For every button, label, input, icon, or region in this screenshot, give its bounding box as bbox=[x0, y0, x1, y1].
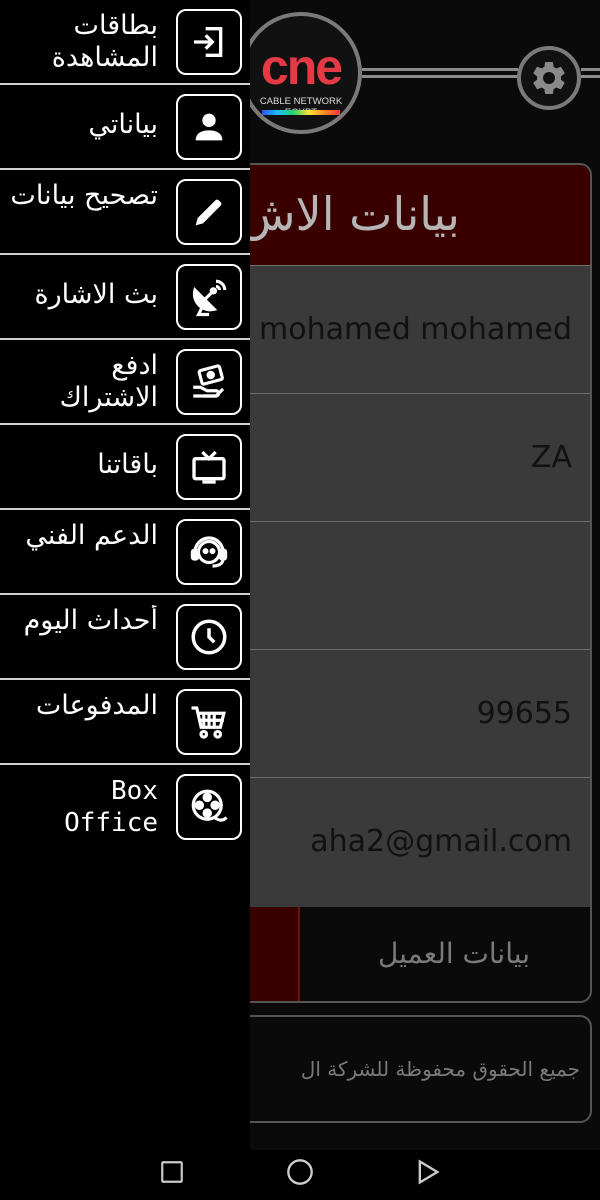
customer-info-card: بيانات الاش ed mohamed mohamed ZA 99655 … bbox=[240, 163, 592, 1003]
footer-box: جميع الحقوق محفوظة للشركة ال bbox=[240, 1015, 592, 1123]
menu-item-viewing-cards[interactable]: بطاقات المشاهدة bbox=[0, 0, 250, 85]
field-email[interactable]: aha2@gmail.com bbox=[242, 777, 590, 905]
header-divider-line bbox=[362, 68, 518, 78]
logo-wordmark: cne bbox=[260, 39, 343, 95]
payment-hand-icon bbox=[176, 349, 242, 415]
pencil-icon bbox=[176, 179, 242, 245]
menu-item-pay-subscription[interactable]: ادفع الاشتراك bbox=[0, 340, 250, 425]
triangle-back-icon bbox=[418, 1159, 440, 1185]
field-name[interactable]: ed mohamed mohamed bbox=[242, 265, 590, 393]
menu-item-our-packages[interactable]: باقاتنا bbox=[0, 425, 250, 510]
card-header: بيانات الاش bbox=[242, 165, 590, 265]
circle-icon bbox=[287, 1159, 313, 1185]
back-button[interactable] bbox=[406, 1154, 450, 1190]
field-phone[interactable]: 99655 bbox=[242, 649, 590, 777]
tv-icon bbox=[176, 434, 242, 500]
menu-item-payments[interactable]: المدفوعات bbox=[0, 680, 250, 765]
menu-item-correct-data[interactable]: تصحيح بيانات bbox=[0, 170, 250, 255]
menu-item-broadcast[interactable]: بث الاشارة bbox=[0, 255, 250, 340]
menu-item-tech-support[interactable]: الدعم الفني bbox=[0, 510, 250, 595]
menu-item-today-events[interactable]: أحداث اليوم bbox=[0, 595, 250, 680]
recents-button[interactable] bbox=[150, 1154, 194, 1190]
clock-icon bbox=[176, 604, 242, 670]
copyright-text: جميع الحقوق محفوظة للشركة ال bbox=[300, 1057, 580, 1081]
square-icon bbox=[161, 1161, 183, 1183]
film-reel-icon bbox=[176, 774, 242, 840]
tab-customer-data[interactable]: بيانات العميل bbox=[378, 937, 530, 970]
navigation-drawer: بطاقات المشاهدة بياناتي تصحيح بيانات بث … bbox=[0, 0, 250, 1150]
menu-item-box-office[interactable]: Box Office bbox=[0, 765, 250, 850]
cart-icon bbox=[176, 689, 242, 755]
settings-button[interactable] bbox=[517, 46, 581, 110]
header-divider-line-end bbox=[581, 68, 600, 78]
card-tab-bar: بيانات العميل bbox=[242, 907, 590, 1001]
logo-color-bar bbox=[262, 110, 340, 115]
menu-item-my-data[interactable]: بياناتي bbox=[0, 85, 250, 170]
field-address[interactable]: ZA bbox=[242, 393, 590, 521]
user-icon bbox=[176, 94, 242, 160]
brand-logo: cne CABLE NETWORK EGYPT bbox=[240, 12, 362, 134]
field-blank[interactable] bbox=[242, 521, 590, 649]
tab-active[interactable] bbox=[242, 907, 300, 1001]
gear-icon bbox=[533, 61, 565, 94]
card-title: بيانات الاش bbox=[240, 187, 460, 241]
login-icon bbox=[176, 9, 242, 75]
system-nav-bar bbox=[0, 1150, 600, 1200]
satellite-dish-icon bbox=[176, 264, 242, 330]
home-button[interactable] bbox=[278, 1154, 322, 1190]
support-agent-icon bbox=[176, 519, 242, 585]
